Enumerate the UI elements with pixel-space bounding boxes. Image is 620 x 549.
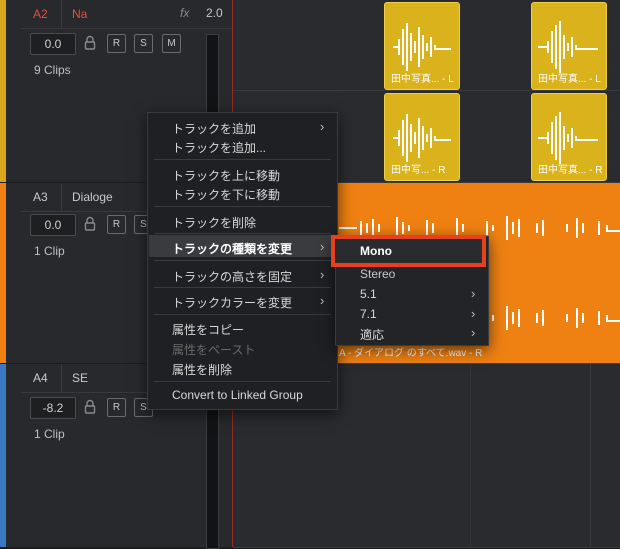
- lock-icon[interactable]: [84, 399, 96, 415]
- menu-item-move-up[interactable]: トラックを上に移動: [172, 167, 280, 184]
- chevron-right-icon: ›: [320, 267, 325, 282]
- waveform: [393, 23, 451, 71]
- mute-button[interactable]: M: [162, 34, 181, 53]
- menu-separator: [154, 314, 331, 315]
- menu-item-convert-linked-group[interactable]: Convert to Linked Group: [172, 388, 303, 402]
- fx-label[interactable]: fx: [180, 6, 189, 20]
- track-color-stripe: [0, 183, 6, 363]
- grid-line: [590, 364, 591, 547]
- menu-separator: [154, 260, 331, 261]
- waveform: [538, 21, 598, 73]
- track-id: A2: [21, 0, 62, 28]
- menu-item-delete-attributes[interactable]: 属性を削除: [172, 361, 232, 378]
- chevron-right-icon: ›: [471, 286, 476, 301]
- audio-clip[interactable]: 田中写真... - L: [384, 2, 460, 90]
- menu-separator: [154, 159, 331, 160]
- menu-item-add-track[interactable]: トラックを追加: [172, 120, 256, 137]
- chevron-right-icon: ›: [471, 306, 476, 321]
- clip-label: 田中写真... - L: [391, 74, 454, 85]
- menu-item-change-track-color[interactable]: トラックカラーを変更: [172, 294, 292, 311]
- track-id: A4: [21, 364, 62, 392]
- volume-field[interactable]: 0.0: [30, 214, 76, 236]
- submenu-item-adaptive[interactable]: 適応: [360, 326, 384, 343]
- record-button[interactable]: R: [107, 34, 126, 53]
- clip-count: 1 Clip: [34, 427, 65, 441]
- grid-line: [470, 364, 471, 547]
- submenu-item-mono-label: Mono: [360, 244, 392, 258]
- clip-count: 9 Clips: [34, 63, 71, 77]
- menu-item-fix-track-height[interactable]: トラックの高さを固定: [172, 268, 292, 285]
- track-name[interactable]: Dialoge: [72, 183, 113, 211]
- clip-count: 1 Clip: [34, 244, 65, 258]
- chevron-right-icon: ›: [320, 239, 325, 254]
- menu-separator: [154, 381, 331, 382]
- menu-item-add-tracks[interactable]: トラックを追加...: [172, 139, 266, 156]
- track-context-menu: トラックを追加 › トラックを追加... トラックを上に移動 トラックを下に移動…: [147, 112, 338, 410]
- menu-item-change-track-type[interactable]: トラックの種類を変更: [172, 240, 292, 257]
- lock-icon[interactable]: [84, 35, 96, 51]
- menu-separator: [154, 287, 331, 288]
- record-button[interactable]: R: [107, 398, 126, 417]
- menu-separator: [154, 233, 331, 234]
- waveform: [393, 114, 451, 162]
- submenu-item-stereo[interactable]: Stereo: [360, 267, 395, 281]
- chevron-right-icon: ›: [320, 119, 325, 134]
- track-name[interactable]: Na: [72, 0, 87, 28]
- menu-separator: [154, 206, 331, 207]
- channel-format: 2.0: [206, 6, 223, 20]
- menu-item-delete-track[interactable]: トラックを削除: [172, 214, 256, 231]
- volume-field[interactable]: 0.0: [30, 33, 76, 55]
- lock-icon[interactable]: [84, 216, 96, 232]
- track-name[interactable]: SE: [72, 364, 88, 392]
- track-color-stripe: [0, 0, 6, 182]
- submenu-item-5-1[interactable]: 5.1: [360, 287, 377, 301]
- clip-label: A - ダイアログ のすべて.wav - R: [339, 348, 483, 359]
- clip-label: 田中写真... - L: [538, 74, 601, 85]
- audio-clip[interactable]: 田中写... - R: [384, 93, 460, 181]
- menu-item-copy-attributes[interactable]: 属性をコピー: [172, 321, 244, 338]
- audio-clip[interactable]: 田中写真... - L: [531, 2, 607, 90]
- track-id: A3: [21, 183, 62, 211]
- clip-label: 田中写真... - R: [538, 165, 603, 176]
- chevron-right-icon: ›: [320, 293, 325, 308]
- audio-clip[interactable]: 田中写真... - R: [531, 93, 607, 181]
- record-button[interactable]: R: [107, 215, 126, 234]
- clip-label: 田中写... - R: [391, 165, 446, 176]
- menu-item-move-down[interactable]: トラックを下に移動: [172, 186, 280, 203]
- track-color-stripe: [0, 364, 6, 547]
- menu-item-paste-attributes: 属性をペースト: [172, 343, 256, 357]
- waveform: [538, 112, 598, 164]
- volume-field[interactable]: -8.2: [30, 397, 76, 419]
- submenu-item-7-1[interactable]: 7.1: [360, 307, 377, 321]
- solo-button[interactable]: S: [134, 34, 153, 53]
- chevron-right-icon: ›: [471, 325, 476, 340]
- submenu-item-mono[interactable]: Mono: [331, 235, 486, 267]
